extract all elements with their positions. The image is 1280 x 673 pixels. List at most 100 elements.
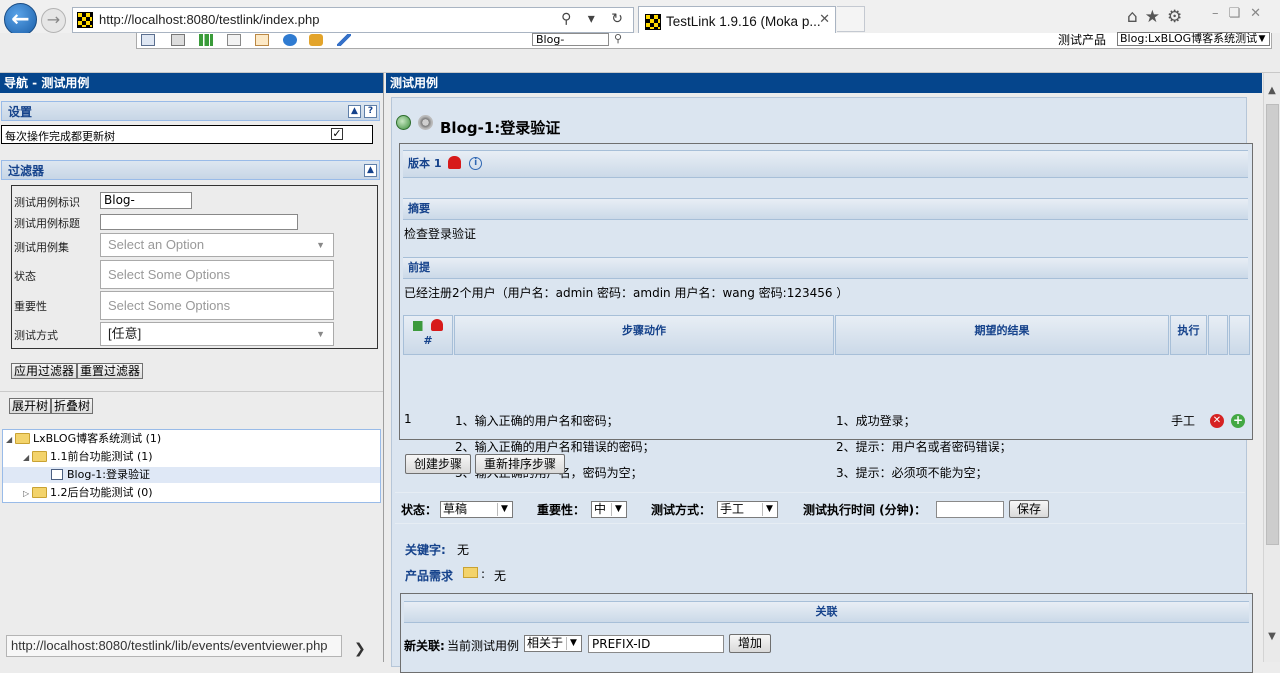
scroll-thumb[interactable] [1266,104,1279,545]
relations-panel: 关联 新关联: 当前测试用例 相关于 ▼ PREFIX-ID 增加 [400,593,1253,673]
exec-duration-label: 测试执行时间 (分钟)： [803,503,927,517]
relation-target-input[interactable]: PREFIX-ID [588,635,724,653]
cube-icon[interactable] [227,34,241,46]
step-exec-header: 执行 [1170,315,1207,355]
requirements-colon: : [481,567,486,581]
reset-filter-button[interactable]: 重置过滤器 [77,363,144,379]
search-go-icon[interactable]: ⚲ [614,32,622,45]
filter-importance-multiselect[interactable]: Select Some Options [100,291,334,320]
tree-node-label: 1.1前台功能测试 (1) [50,450,153,463]
back-button[interactable]: ← [4,3,37,36]
delete-step-icon[interactable]: ✕ [1210,414,1224,428]
relation-type-value: 相关于 [527,636,564,650]
chevron-down-icon: ▼ [316,240,325,250]
minimize-icon[interactable]: – [1212,6,1229,21]
ghost-icon[interactable] [431,319,443,331]
collapse-tree-button[interactable]: 折叠树 [51,398,94,414]
testcase-view: Blog-1:登录验证 版本 1 i 摘要 检查登录验证 前提 已经注册2个用户… [391,97,1253,673]
refresh-icon[interactable]: ↻ [611,11,629,27]
relations-header: 关联 [404,601,1249,623]
testcase-search-input[interactable]: Blog- [532,33,609,46]
relation-type-select[interactable]: 相关于 ▼ [524,635,582,652]
scroll-down-icon[interactable]: ▼ [1264,631,1280,647]
collapse-up-icon[interactable]: ▲ [348,105,361,118]
filter-suite-select[interactable]: Select an Option ▼ [100,233,334,257]
status-select[interactable]: 草稿 ▼ [440,501,513,518]
address-tools: ⚲ ▾ ↻ [561,11,629,27]
forward-button[interactable]: → [41,8,66,33]
help-icon[interactable]: ? [364,105,377,118]
step-exec-type: 手工 [1171,414,1196,428]
chevron-down-icon: ▼ [566,637,580,650]
site-favicon-icon [77,12,93,28]
product-select[interactable]: Blog:LxBLOG博客系统测试 ▼ [1117,32,1270,46]
new-tab-button[interactable] [837,6,865,32]
step-action-line: 1、输入正确的用户名和密码； [455,414,619,428]
exec-type-select[interactable]: 手工 ▼ [717,501,778,518]
desktop-icon[interactable] [141,34,155,46]
step-expected-line: 1、成功登录； [836,414,916,428]
collapse-up-icon[interactable]: ▲ [364,164,377,177]
dropdown-icon[interactable]: ▾ [588,11,601,27]
gear-icon[interactable] [418,115,433,130]
folder-icon [32,451,47,462]
keywords-value: 无 [457,543,470,557]
chart-icon[interactable] [199,34,213,46]
update-tree-checkbox[interactable]: ✓ [331,128,343,140]
close-window-icon[interactable]: ✕ [1250,6,1271,21]
filter-id-input[interactable]: Blog- [100,192,192,209]
document-icon[interactable] [255,34,269,46]
update-tree-row: 每次操作完成都更新树 ✓ [1,125,373,144]
browser-tab[interactable]: TestLink 1.9.16 (Moka p... ✕ [638,6,836,36]
restore-icon[interactable]: ❏ [1229,6,1251,21]
filter-exec-type-select[interactable]: [任意] ▼ [100,322,334,346]
ghost-icon[interactable] [448,156,462,169]
filter-status-multiselect[interactable]: Select Some Options [100,260,334,289]
filter-exec-type-label: 测试方式 [14,329,58,342]
add-step-icon[interactable]: + [1231,414,1245,428]
home-icon[interactable]: ⌂ [1127,7,1145,27]
filter-title-label: 测试用例标题 [14,217,80,230]
tree-node-suite[interactable]: ◢ 1.1前台功能测试 (1) [23,449,153,465]
apply-filter-button[interactable]: 应用过滤器 [11,363,78,379]
chevron-down-icon: ▼ [316,329,325,339]
tab-close-icon[interactable]: ✕ [819,12,830,27]
key-icon[interactable] [309,34,323,46]
step-number-header: # [403,315,453,355]
testcase-attributes: 状态： 草稿 ▼ 重要性： 中 ▼ 测试方式： 手工 ▼ 测试执行时间 (分钟)： 保… [395,492,1245,524]
user-icon[interactable] [283,34,297,46]
status-label: 状态： [401,503,438,517]
address-url: http://localhost:8080/testlink/index.php [99,12,320,27]
add-relation-button[interactable]: 增加 [729,634,772,653]
requirements-label: 产品需求 [405,569,454,583]
tree-node-suite[interactable]: ▷ 1.2后台功能测试 (0) [23,485,153,501]
star-icon[interactable]: ★ [1145,7,1167,27]
filter-title-input[interactable] [100,214,298,230]
info-icon[interactable]: i [469,157,483,170]
expand-tree-button[interactable]: 展开树 [9,398,52,414]
vertical-scrollbar[interactable]: ▲ ▼ [1263,73,1280,662]
scroll-up-icon[interactable]: ▲ [1264,85,1280,101]
search-icon[interactable]: ⚲ [561,11,577,27]
create-step-button[interactable]: 创建步骤 [405,454,472,474]
reorder-arrow-icon[interactable] [413,321,429,331]
exec-type-label: 测试方式： [651,503,712,517]
save-button[interactable]: 保存 [1009,500,1050,518]
chevron-down-icon: ▼ [611,503,625,516]
reorder-steps-button[interactable]: 重新排序步骤 [475,454,566,474]
tree-node-root[interactable]: ◢ LxBLOG博客系统测试 (1) [6,431,161,447]
globe-icon[interactable] [396,115,411,130]
gear-icon[interactable]: ⚙ [1167,7,1189,27]
new-relation-label: 新关联: [404,639,445,653]
step-col-delete [1208,315,1228,355]
window-controls: –❏✕ [1212,6,1271,21]
chevron-down-icon: ▼ [1258,34,1266,44]
requirements-folder-icon[interactable] [463,567,478,578]
importance-select[interactable]: 中 ▼ [591,501,627,518]
address-bar[interactable]: http://localhost:8080/testlink/index.php… [72,7,634,33]
status-url-tooltip: http://localhost:8080/testlink/lib/event… [6,635,342,657]
tree-node-testcase-selected[interactable]: Blog-1:登录验证 [3,467,380,483]
exec-duration-input[interactable] [936,501,1004,518]
print-icon[interactable] [171,34,185,46]
edit-icon[interactable] [337,34,351,46]
